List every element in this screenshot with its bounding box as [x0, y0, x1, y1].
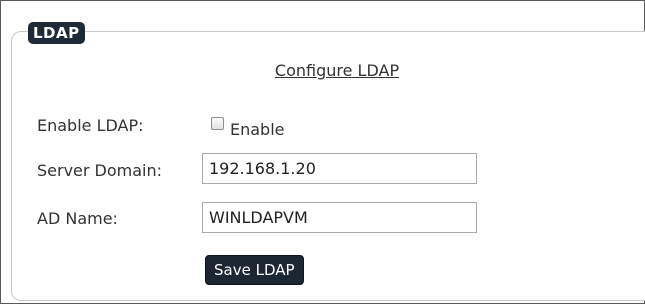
enable-ldap-checkbox[interactable] — [211, 117, 224, 130]
enable-ldap-label: Enable LDAP: — [37, 116, 144, 135]
enable-ldap-checkbox-group[interactable]: Enable — [211, 116, 285, 139]
ldap-legend: LDAP — [28, 22, 85, 44]
server-domain-input[interactable] — [202, 153, 477, 184]
configure-ldap-heading: Configure LDAP — [274, 61, 400, 80]
save-ldap-button[interactable]: Save LDAP — [205, 255, 304, 285]
ad-name-input[interactable] — [202, 202, 477, 233]
server-domain-label: Server Domain: — [37, 161, 163, 180]
enable-checkbox-label[interactable]: Enable — [230, 120, 285, 139]
ad-name-label: AD Name: — [37, 209, 118, 228]
